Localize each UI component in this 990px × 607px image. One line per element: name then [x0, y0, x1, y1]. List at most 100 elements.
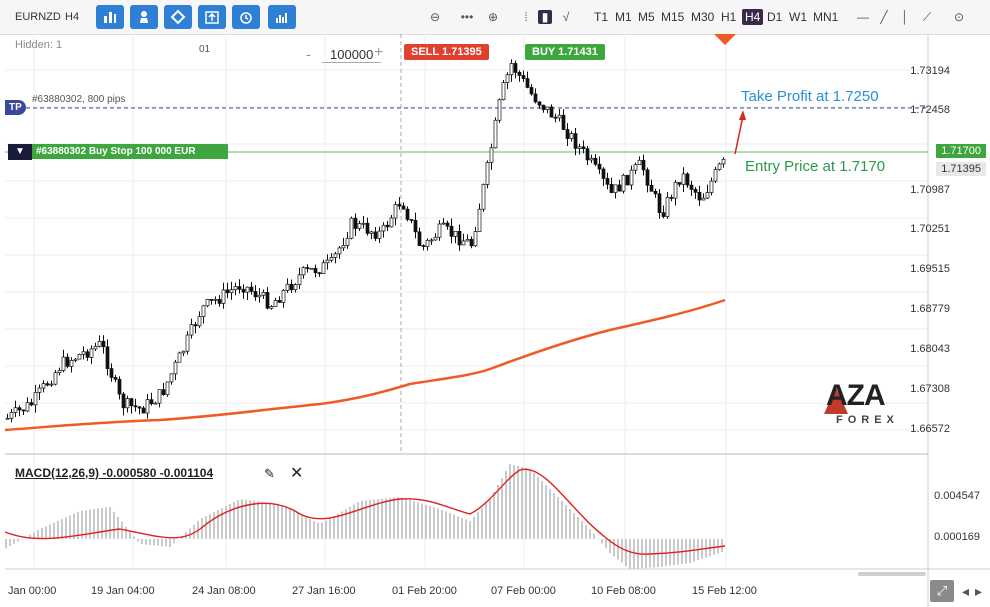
- candle-body: [105, 346, 110, 369]
- candle-body: [613, 184, 618, 193]
- export-button[interactable]: [198, 5, 226, 29]
- candle-body: [641, 159, 646, 171]
- candle-body: [557, 114, 562, 119]
- candle-body: [437, 223, 442, 238]
- stats-icon: [276, 13, 287, 23]
- tp-badge[interactable]: TP: [5, 100, 26, 115]
- symbol-label[interactable]: EURNZD: [15, 11, 61, 23]
- buy-button[interactable]: BUY 1.71431: [525, 44, 605, 60]
- candle-body: [85, 351, 90, 358]
- scroll-dots-icon[interactable]: •••: [452, 10, 482, 24]
- candle-body: [473, 231, 478, 247]
- bar-chart-button[interactable]: [96, 5, 124, 29]
- candle-body: [29, 402, 34, 406]
- sell-button[interactable]: SELL 1.71395: [404, 44, 489, 60]
- vertical-line-tool-icon[interactable]: │: [898, 10, 912, 24]
- tf-m5[interactable]: M5: [638, 10, 655, 24]
- candle-body: [205, 299, 210, 307]
- candle-body: [633, 164, 638, 171]
- zoom-in-icon[interactable]: ⊕: [486, 10, 500, 24]
- candle-body: [449, 225, 454, 237]
- candle-body: [385, 224, 390, 228]
- candle-body: [273, 300, 278, 307]
- candle-body: [289, 283, 294, 291]
- candle-body: [353, 217, 358, 229]
- candle-body: [629, 169, 634, 186]
- candle-body: [149, 399, 154, 405]
- objects-button[interactable]: [164, 5, 192, 29]
- candle-body: [673, 182, 678, 199]
- candle-body: [201, 305, 206, 317]
- candle-body: [145, 399, 150, 414]
- candle-body: [133, 405, 138, 408]
- candle-body: [313, 267, 318, 274]
- candles-icon[interactable]: ▮: [538, 10, 552, 24]
- candle-body: [233, 286, 238, 291]
- tf-t1[interactable]: T1: [594, 10, 608, 24]
- candle-body: [305, 267, 310, 269]
- indicator-button[interactable]: [130, 5, 158, 29]
- candle-body: [245, 286, 250, 293]
- candle-body: [705, 192, 710, 199]
- order-triangle-icon[interactable]: ▼: [8, 144, 32, 160]
- time-axis-label: 19 Jan 04:00: [91, 585, 155, 597]
- macd-axis-label: 0.000169: [934, 531, 980, 543]
- candle-body: [517, 72, 522, 76]
- candle-body: [73, 358, 78, 361]
- close-icon[interactable]: ✕: [290, 463, 303, 483]
- candle-body: [505, 74, 510, 83]
- candle-body: [261, 292, 266, 296]
- candle-body: [37, 387, 42, 393]
- candle-body: [17, 407, 22, 411]
- volume-plus-button[interactable]: +: [374, 44, 383, 62]
- scroll-left-icon[interactable]: ◂: [962, 583, 969, 600]
- stats-button[interactable]: [268, 5, 296, 29]
- tf-h1[interactable]: H1: [721, 10, 736, 24]
- volume-input[interactable]: 100000: [322, 47, 382, 63]
- channel-tool-icon[interactable]: ⟋: [920, 10, 934, 24]
- time-axis-label: 27 Jan 16:00: [292, 585, 356, 597]
- hidden-label[interactable]: Hidden: 1: [15, 39, 62, 51]
- candle-body: [549, 106, 554, 118]
- candle-body: [513, 63, 518, 73]
- bar-type-icon[interactable]: ⦙: [519, 10, 533, 24]
- candle-body: [413, 220, 418, 233]
- period-label[interactable]: H4: [65, 11, 79, 23]
- zoom-out-icon[interactable]: ⊖: [428, 10, 442, 24]
- tf-d1[interactable]: D1: [767, 10, 782, 24]
- tf-h4[interactable]: H4: [742, 9, 764, 25]
- tf-w1[interactable]: W1: [789, 10, 807, 24]
- chart-area[interactable]: Hidden: 1 01 - 100000 + SELL 1.71395 BUY…: [0, 34, 990, 607]
- candle-body: [329, 257, 334, 261]
- horizontal-line-tool-icon[interactable]: —: [856, 10, 870, 24]
- collapse-icon[interactable]: [714, 34, 736, 45]
- macd-label[interactable]: MACD(12,26,9) -0.000580 -0.001104: [15, 466, 213, 480]
- candle-body: [89, 348, 94, 358]
- tf-m30[interactable]: M30: [691, 10, 714, 24]
- candle-body: [405, 208, 410, 220]
- tf-m1[interactable]: M1: [615, 10, 632, 24]
- candle-body: [61, 356, 66, 371]
- candle-body: [141, 407, 146, 414]
- scroll-right-icon[interactable]: ▸: [975, 583, 982, 600]
- volume-minus-button[interactable]: -: [306, 46, 311, 62]
- trend-line-tool-icon[interactable]: ╱: [877, 10, 891, 24]
- order-label[interactable]: #63880302 Buy Stop 100 000 EUR: [32, 144, 228, 159]
- candle-body: [5, 417, 10, 420]
- candle-body: [101, 340, 106, 348]
- candle-body: [369, 231, 374, 234]
- chevron-down-icon[interactable]: ⊙: [952, 10, 966, 24]
- tf-mn1[interactable]: MN1: [813, 10, 838, 24]
- current-price-tag: 1.71395: [936, 162, 986, 176]
- candle-body: [561, 114, 566, 130]
- candle-body: [541, 104, 546, 110]
- tf-m15[interactable]: M15: [661, 10, 684, 24]
- alert-button[interactable]: [232, 5, 260, 29]
- candle-body: [113, 377, 118, 380]
- price-axis-label: 1.72458: [910, 104, 950, 116]
- edit-pencil-icon[interactable]: ✎: [264, 466, 275, 482]
- aza-logo: AZA: [826, 379, 886, 412]
- candle-body: [253, 291, 258, 298]
- fullscreen-button[interactable]: ⤢: [930, 580, 954, 602]
- line-chart-icon[interactable]: √: [559, 10, 573, 24]
